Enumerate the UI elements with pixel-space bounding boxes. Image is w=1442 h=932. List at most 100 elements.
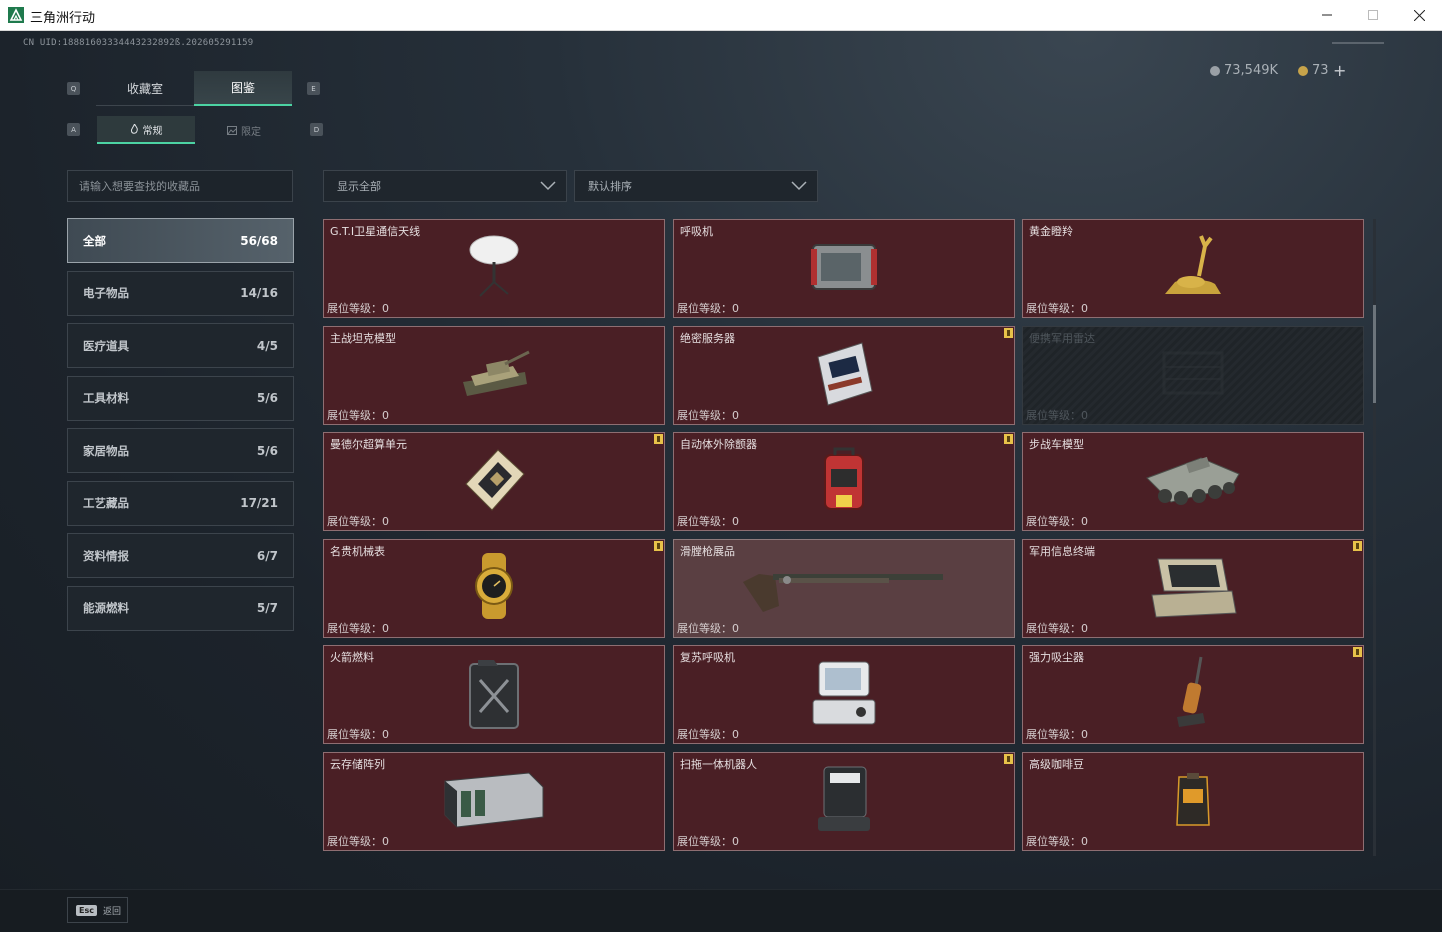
- category-count: 4/5: [256, 338, 278, 353]
- window-title: 三角洲行动: [30, 10, 96, 25]
- item-name: 扫拖一体机器人: [680, 757, 757, 771]
- category-label: 家居物品: [83, 443, 129, 458]
- item-card[interactable]: 高级咖啡豆 展位等级：0: [1022, 751, 1364, 851]
- item-card[interactable]: 步战车模型展位等级：0: [1022, 432, 1364, 531]
- close-button[interactable]: [1396, 0, 1442, 30]
- category-household[interactable]: 家居物品 5/6: [67, 428, 294, 473]
- category-fuel[interactable]: 能源燃料 5/7: [67, 585, 294, 631]
- key-hint-q: Q: [67, 82, 80, 95]
- item-card[interactable]: 名贵机械表 展位等级：0: [323, 538, 665, 638]
- item-name: 步战车模型: [1029, 438, 1084, 451]
- item-card[interactable]: 强力吸尘器 展位等级：0: [1022, 645, 1364, 744]
- category-electronics[interactable]: 电子物品 14/16: [67, 270, 294, 316]
- filter-dropdown[interactable]: 显示全部: [323, 170, 567, 202]
- item-card[interactable]: 云存储阵列 展位等级：0: [323, 751, 665, 851]
- storage-array-icon: [439, 767, 549, 835]
- new-flag-icon: [1353, 540, 1362, 551]
- key-hint-d: D: [310, 123, 323, 136]
- main-tabs: 收藏室 图鉴: [96, 71, 292, 106]
- grid-scrollbar[interactable]: [1373, 219, 1376, 856]
- item-name: 主战坦克模型: [330, 331, 396, 345]
- item-level: 展位等级：0: [327, 408, 389, 422]
- item-card[interactable]: 呼吸机 展位等级：0: [673, 219, 1015, 318]
- category-medical[interactable]: 医疗道具 4/5: [67, 323, 294, 368]
- key-hint-a: A: [67, 123, 80, 136]
- item-card[interactable]: 便携军用雷达 展位等级：0: [1022, 325, 1364, 425]
- item-card[interactable]: 火箭燃料展位等级：0: [323, 645, 665, 744]
- top-divider: [1332, 42, 1384, 44]
- category-all[interactable]: 全部 56/68: [67, 218, 294, 263]
- item-name: 火箭燃料: [330, 651, 374, 664]
- category-crafts[interactable]: 工艺藏品 17/21: [67, 480, 294, 526]
- item-level: 展位等级：0: [327, 728, 389, 741]
- tab-codex[interactable]: 图鉴: [194, 71, 292, 106]
- item-name: 滑膛枪展品: [680, 544, 735, 558]
- item-card[interactable]: 曼德尔超算单元 展位等级：0: [323, 432, 665, 531]
- maximize-button[interactable]: [1350, 0, 1396, 30]
- back-button[interactable]: Esc 返回: [67, 897, 128, 923]
- item-level: 展位等级：0: [677, 515, 739, 528]
- item-level: 展位等级：0: [677, 408, 739, 422]
- item-card[interactable]: 黄金瞪羚 展位等级：0: [1022, 219, 1364, 318]
- item-card[interactable]: 滑膛枪展品 展位等级：0: [673, 538, 1015, 638]
- item-name: 黄金瞪羚: [1029, 225, 1073, 238]
- tank-model-icon: [457, 342, 531, 408]
- musket-icon: [739, 556, 949, 620]
- item-level: 展位等级：0: [1026, 515, 1088, 528]
- category-intel[interactable]: 资料情报 6/7: [67, 533, 294, 578]
- item-card[interactable]: G.T.I卫星通信天线 展位等级：0: [323, 219, 665, 318]
- watch-icon: [464, 551, 524, 625]
- item-name: 军用信息终端: [1029, 544, 1095, 558]
- category-list: 全部 56/68 电子物品 14/16 医疗道具 4/5 工具材料 5/6 家居物品 5/…: [67, 218, 294, 638]
- item-card[interactable]: 主战坦克模型 展位等级：0: [323, 325, 665, 425]
- coin-icon: [1210, 65, 1220, 76]
- server-icon: [808, 337, 880, 413]
- ventilator-icon: [809, 239, 879, 299]
- item-card[interactable]: 复苏呼吸机 展位等级：0: [673, 645, 1015, 744]
- new-flag-icon: [654, 434, 663, 444]
- subtab-limited-label: 限定: [241, 126, 261, 138]
- chevron-down-icon: [791, 181, 807, 191]
- subtab-regular[interactable]: 常规: [97, 116, 195, 144]
- tab-collection-room[interactable]: 收藏室: [96, 71, 194, 106]
- category-label: 工具材料: [83, 391, 129, 405]
- premium-coin-icon: [1298, 65, 1308, 76]
- minimize-button[interactable]: [1304, 0, 1350, 30]
- item-level: 展位等级：0: [677, 834, 739, 848]
- item-name: 自动体外除颤器: [680, 438, 757, 451]
- category-count: 17/21: [240, 496, 278, 510]
- currency-coins: 73,549K: [1210, 63, 1278, 78]
- subtab-limited[interactable]: 限定: [195, 116, 293, 144]
- chevron-down-icon: [540, 181, 556, 191]
- esc-key-hint: Esc: [76, 904, 97, 916]
- item-card[interactable]: 自动体外除颤器 展位等级：0: [673, 432, 1015, 531]
- ifv-model-icon: [1141, 448, 1245, 516]
- new-flag-icon: [1004, 434, 1013, 444]
- resuscitator-icon: [809, 658, 879, 732]
- category-count: 14/16: [240, 286, 278, 300]
- category-label: 医疗道具: [83, 338, 129, 353]
- sort-dropdown[interactable]: 默认排序: [574, 170, 818, 202]
- add-currency-button[interactable]: +: [1333, 61, 1346, 80]
- robot-vacuum-icon: [814, 763, 874, 839]
- currency-premium-value: 73: [1312, 63, 1329, 78]
- item-level: 展位等级：0: [677, 302, 739, 315]
- item-card[interactable]: 绝密服务器 展位等级：0: [673, 325, 1015, 425]
- new-flag-icon: [1353, 647, 1362, 657]
- golden-gazelle-icon: [1155, 232, 1231, 306]
- search-input[interactable]: [67, 170, 293, 202]
- item-level: 展位等级：0: [1026, 621, 1088, 635]
- new-flag-icon: [654, 540, 663, 551]
- item-card[interactable]: 扫拖一体机器人 展位等级：0: [673, 751, 1015, 851]
- image-icon: [227, 125, 237, 135]
- currency-coins-value: 73,549K: [1224, 63, 1279, 78]
- item-level: 展位等级：0: [327, 515, 389, 528]
- scrollbar-thumb[interactable]: [1373, 305, 1376, 403]
- supercomputer-unit-icon: [458, 444, 530, 520]
- category-tools[interactable]: 工具材料 5/6: [67, 375, 294, 421]
- item-card[interactable]: 军用信息终端 展位等级：0: [1022, 538, 1364, 638]
- item-level: 展位等级：0: [1026, 834, 1088, 848]
- new-flag-icon: [1004, 753, 1013, 764]
- item-name: 名贵机械表: [330, 544, 385, 558]
- coffee-beans-icon: [1173, 769, 1213, 833]
